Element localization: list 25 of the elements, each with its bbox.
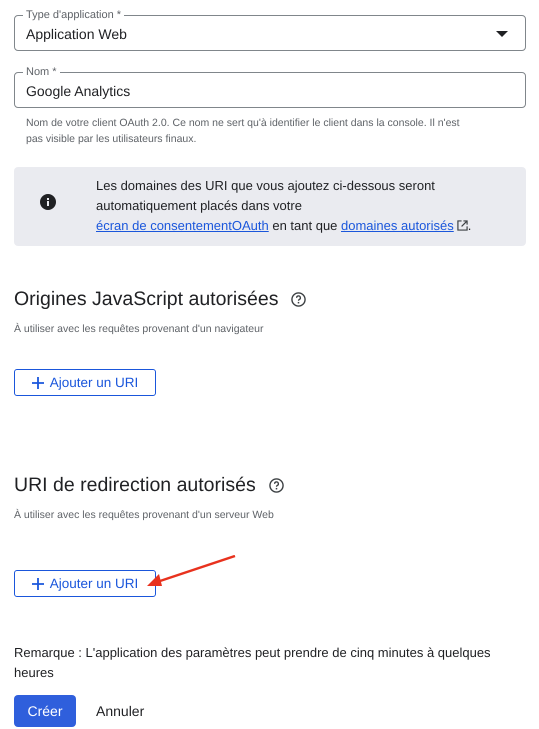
section-description: À utiliser avec les requêtes provenant d'un navigateur — [14, 323, 264, 335]
info-text: Les domaines des URI que vous ajoutez ci-dessous seront automatiquement placés dans votre écran de consentementOAuth en tant que domaines autorisés . — [96, 177, 472, 235]
add-uri-button[interactable]: Ajouter un URI — [14, 570, 156, 597]
field-value: Google Analytics — [26, 83, 132, 99]
link[interactable]: domaines autorisés — [341, 218, 454, 233]
section-description: À utiliser avec les requêtes provenant d'un serveur Web — [14, 509, 275, 521]
note-text: Remarque : L'application des paramètres peut prendre de cinq minutes à quelques heures — [14, 644, 492, 682]
help-icon[interactable] — [291, 292, 306, 307]
input-field[interactable]: Nom * Google Analytics — [14, 65, 526, 108]
plus-icon — [32, 376, 44, 388]
helper-text: Nom de votre client OAuth 2.0. Ce nom ne sert qu'à identifier le client dans la console. Il n'est pas visible par les utilisateurs finaux. — [26, 116, 461, 147]
plus-icon — [32, 578, 44, 590]
help-icon[interactable] — [268, 478, 284, 493]
add-uri-button[interactable]: Ajouter un URI — [14, 369, 156, 396]
cancel-button[interactable]: Annuler — [86, 695, 154, 727]
caret-icon — [496, 31, 508, 37]
field-label: Nom * — [25, 65, 58, 79]
info-icon — [40, 194, 56, 210]
section-heading: Origines JavaScript autorisées — [14, 288, 278, 311]
select-field[interactable]: Type d'application * Application Web — [14, 8, 526, 51]
section-heading: URI de redirection autorisés — [14, 474, 256, 497]
field-value: Application Web — [26, 26, 128, 42]
field-label: Type d'application * — [25, 8, 122, 22]
create-button[interactable]: Créer — [14, 695, 76, 727]
link[interactable]: écran de consentementOAuth — [96, 218, 269, 233]
